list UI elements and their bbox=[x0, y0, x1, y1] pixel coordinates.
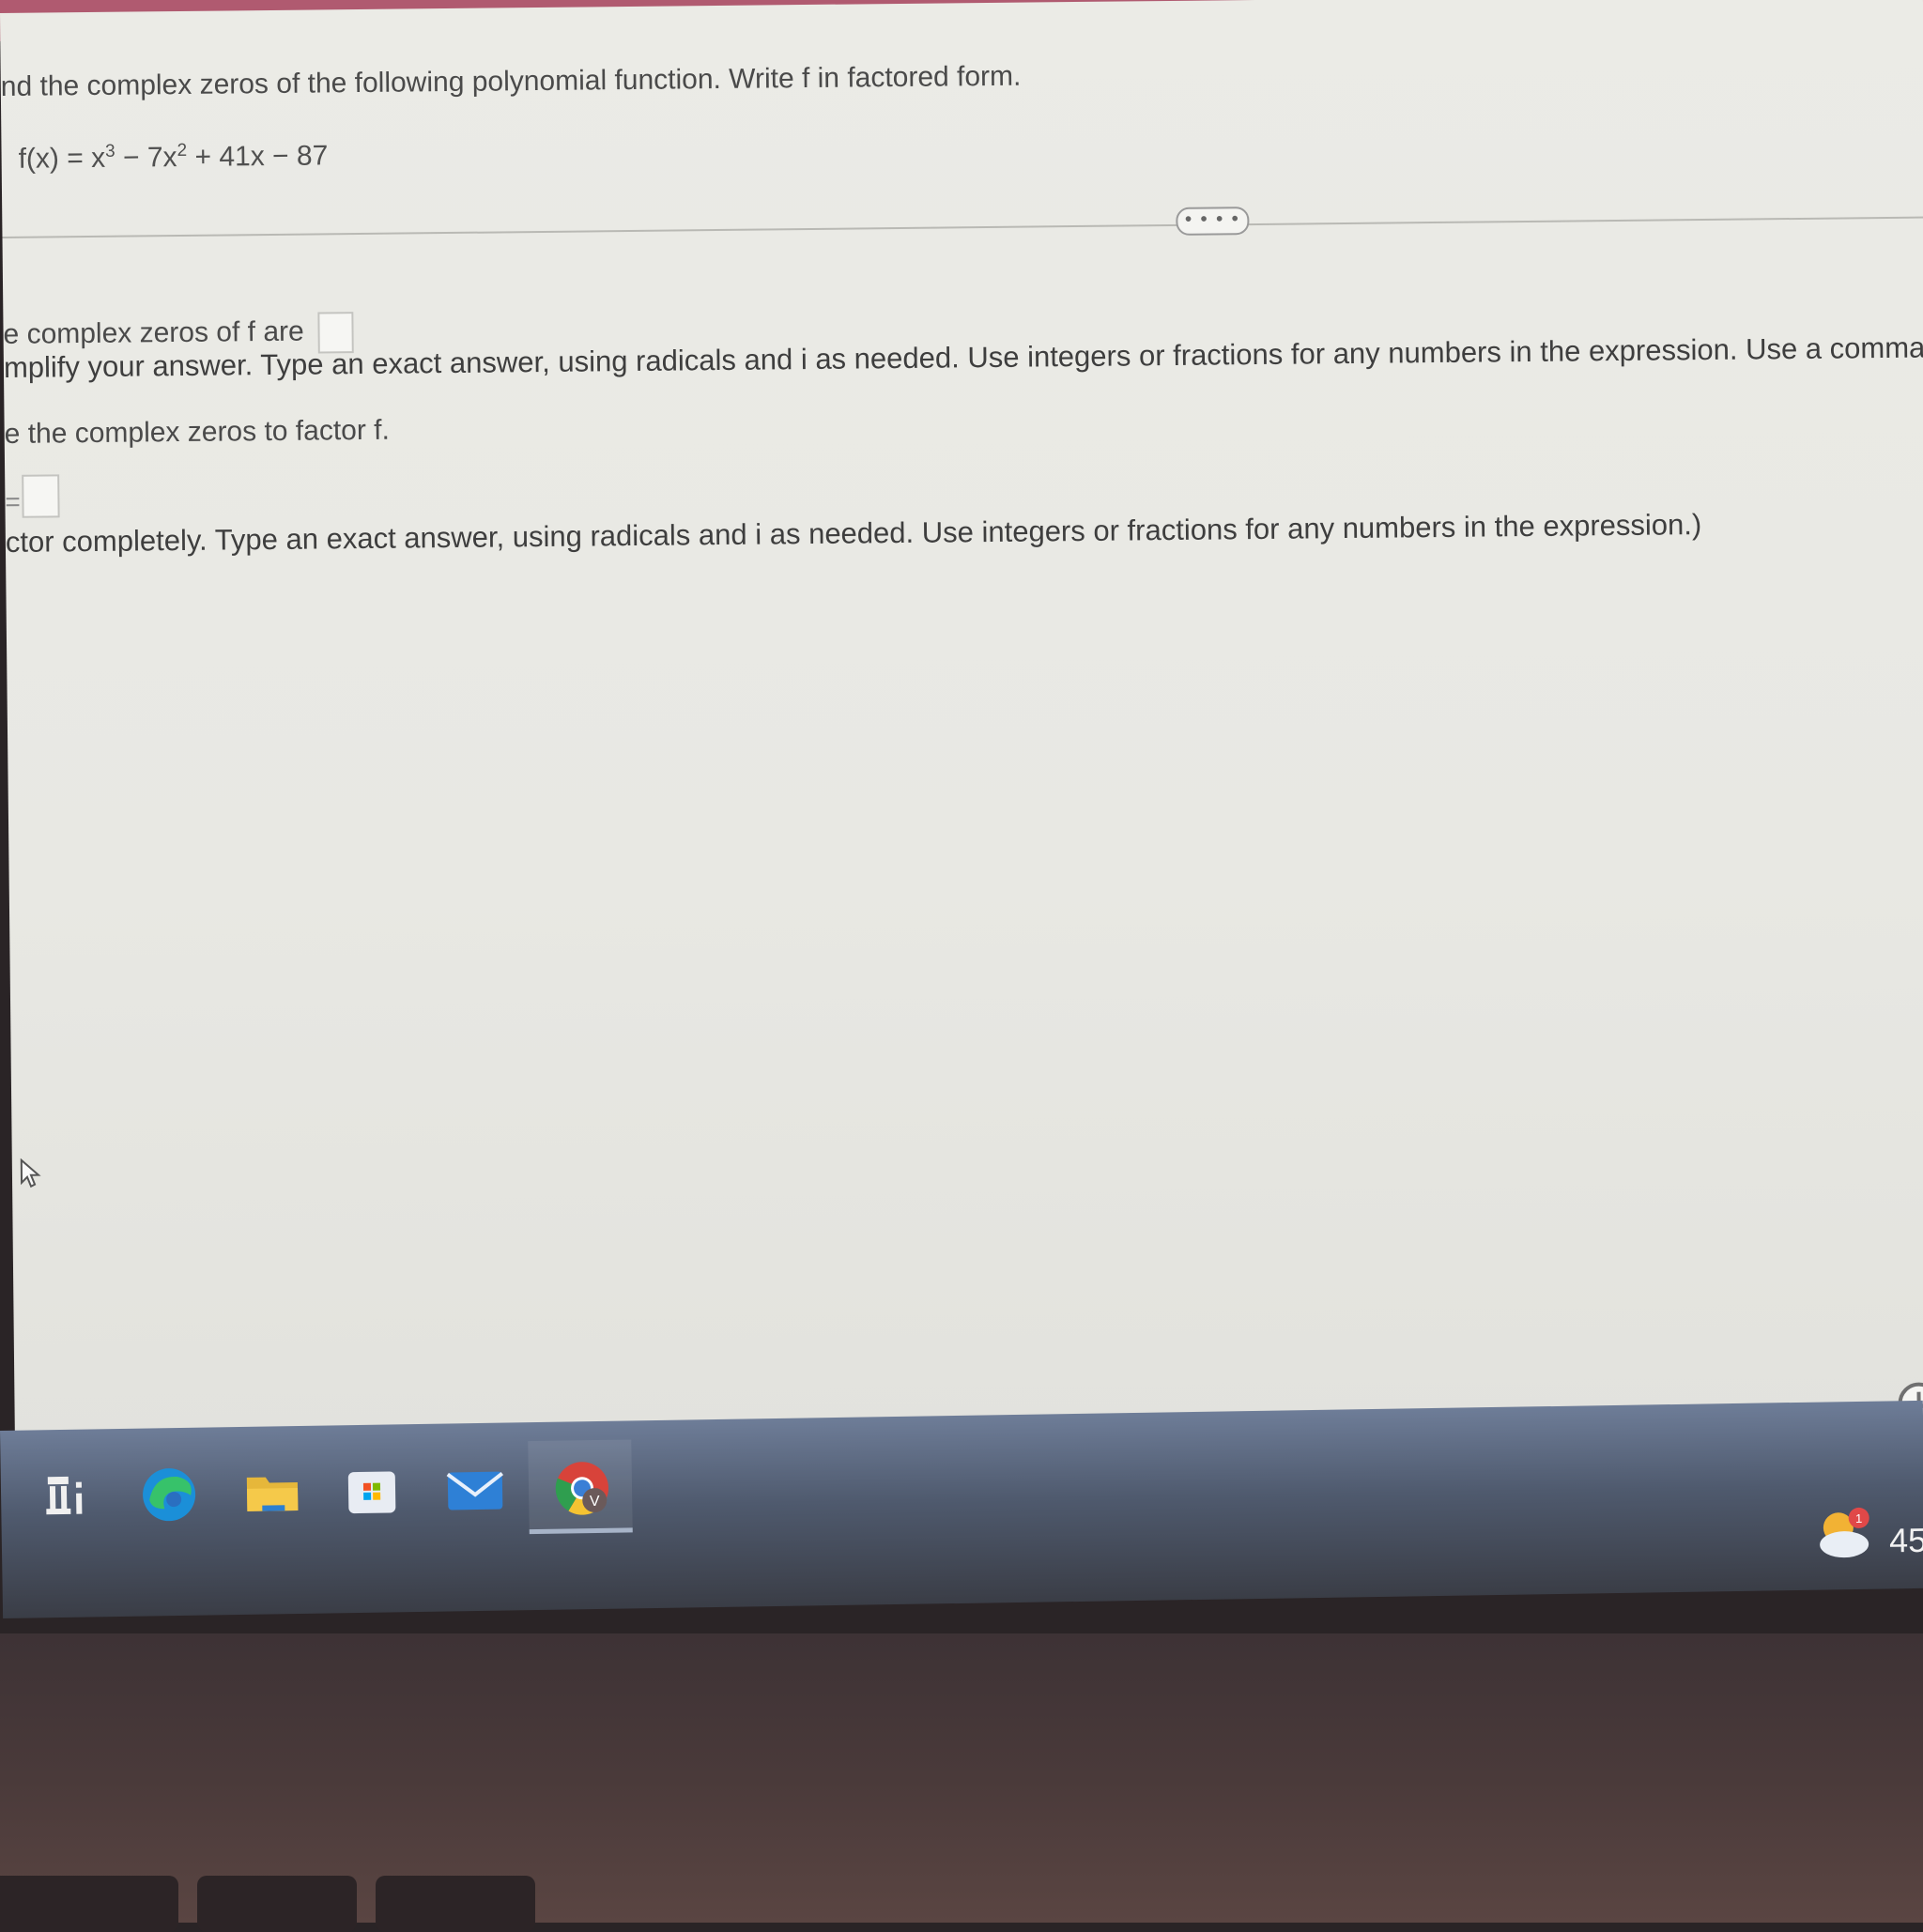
factor-hint: ctor completely. Type an exact answer, u… bbox=[5, 508, 1702, 559]
equation-term-2: − 7x bbox=[115, 142, 177, 174]
equation-rest: + 41x − 87 bbox=[186, 140, 329, 173]
equation-exponent-3: 3 bbox=[104, 141, 115, 161]
mail-icon[interactable] bbox=[442, 1457, 509, 1524]
store-icon[interactable] bbox=[339, 1458, 406, 1525]
mouse-cursor-icon bbox=[20, 1158, 41, 1188]
factor-answer-input[interactable] bbox=[22, 474, 60, 518]
weather-badge: 1 bbox=[1855, 1511, 1862, 1526]
expand-more-button[interactable]: • • • • bbox=[1176, 207, 1250, 236]
question-page: nd the complex zeros of the following po… bbox=[0, 0, 1923, 1468]
equation-lhs: f(x) = x bbox=[18, 142, 106, 175]
chrome-profile-badge: V bbox=[590, 1494, 600, 1510]
factor-prompt: e the complex zeros to factor f. bbox=[4, 414, 391, 450]
keyboard-key bbox=[197, 1876, 357, 1932]
polynomial-equation: f(x) = x3 − 7x2 + 41x − 87 bbox=[18, 139, 328, 175]
factor-equals-sign: = bbox=[5, 486, 21, 516]
question-instruction: nd the complex zeros of the following po… bbox=[0, 60, 1022, 102]
windows-taskbar: V 1 45 bbox=[0, 1400, 1923, 1618]
keyboard-key bbox=[0, 1876, 178, 1932]
weather-icon[interactable]: 1 bbox=[1811, 1503, 1874, 1566]
zeros-label: e complex zeros of f are bbox=[3, 315, 304, 350]
section-divider bbox=[2, 216, 1923, 238]
equation-exponent-2: 2 bbox=[177, 140, 188, 161]
chrome-icon[interactable]: V bbox=[548, 1455, 615, 1522]
keyboard-key bbox=[376, 1876, 535, 1932]
tray-clock-text[interactable]: 45 bbox=[1889, 1521, 1923, 1561]
file-explorer-icon[interactable] bbox=[239, 1460, 306, 1526]
active-app-indicator bbox=[529, 1527, 633, 1535]
edge-icon[interactable] bbox=[136, 1462, 203, 1528]
task-view-icon[interactable] bbox=[38, 1463, 105, 1529]
